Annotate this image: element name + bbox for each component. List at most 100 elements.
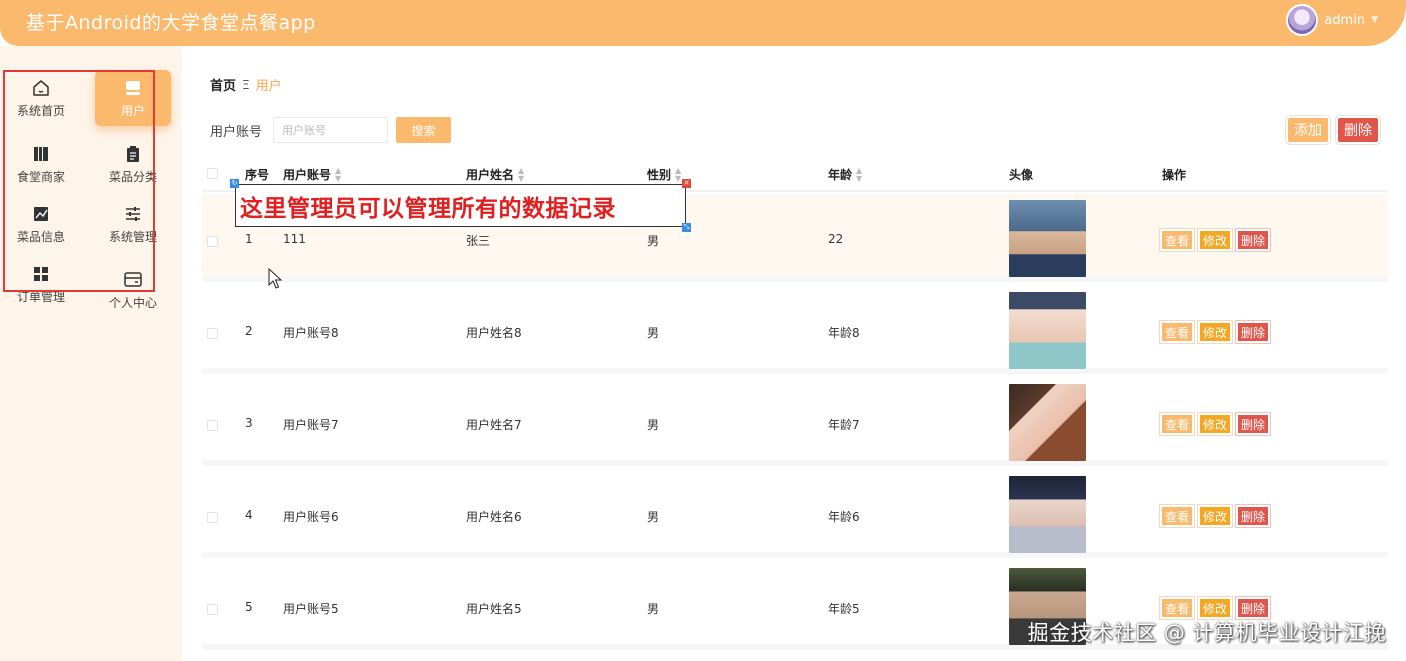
view-button[interactable]: 查看: [1162, 415, 1193, 433]
app-header: 基于Android的大学食堂点餐app admin ▼: [0, 0, 1406, 46]
search-input[interactable]: [273, 117, 388, 143]
cell-account: 用户账号8: [283, 326, 339, 340]
table-row: 2 用户账号8 用户姓名8 男 年龄8 查看 修改 删除: [202, 286, 1388, 374]
user-icon: [123, 78, 143, 98]
sidebar-item-label: 订单管理: [16, 290, 65, 304]
avatar[interactable]: [1286, 4, 1319, 36]
sidebar-item-canteen[interactable]: 食堂商家: [3, 144, 79, 200]
edit-button[interactable]: 修改: [1200, 231, 1231, 249]
breadcrumb-home[interactable]: 首页: [210, 75, 236, 94]
cell-account: 111: [283, 232, 306, 246]
rotate-handle-icon[interactable]: ↻: [230, 179, 239, 188]
user-name[interactable]: admin: [1324, 13, 1365, 28]
edit-button[interactable]: 修改: [1200, 415, 1231, 433]
edit-button[interactable]: 修改: [1200, 599, 1231, 617]
row-checkbox[interactable]: [207, 604, 218, 615]
view-button[interactable]: 查看: [1162, 507, 1193, 525]
sort-icon: ▲ ▼: [856, 165, 863, 183]
cell-age: 22: [828, 232, 844, 246]
sidebar-item-users[interactable]: 用户: [95, 70, 171, 126]
add-button[interactable]: 添加: [1288, 118, 1328, 142]
delete-button[interactable]: 删除: [1238, 323, 1269, 341]
view-button[interactable]: 查看: [1162, 599, 1193, 617]
sidebar-item-orders[interactable]: 订单管理: [3, 264, 79, 320]
avatar-photo: [1009, 200, 1086, 277]
cell-gender: 男: [647, 234, 660, 248]
chevron-down-icon[interactable]: ▼: [1371, 15, 1378, 25]
breadcrumb: 首页 Ξ 用户: [210, 75, 282, 95]
row-checkbox[interactable]: [207, 420, 218, 431]
row-checkbox[interactable]: [207, 512, 218, 523]
sidebar-item-label: 菜品信息: [16, 230, 65, 244]
cell-account: 用户账号7: [283, 418, 339, 432]
cell-account: 用户账号5: [283, 602, 339, 616]
row-actions: 查看 修改 删除: [1162, 599, 1269, 617]
sidebar-item-label: 菜品分类: [108, 170, 157, 184]
sliders-icon: [123, 204, 143, 224]
sidebar-item-dish-info[interactable]: 菜品信息: [3, 204, 79, 260]
cell-account: 用户账号6: [283, 510, 339, 524]
watermark: 掘金技术社区 @ 计算机毕业设计江挽: [1027, 621, 1386, 645]
annotation-textbox[interactable]: 这里管理员可以管理所有的数据记录 ↻ ✕ ⤡: [230, 179, 691, 232]
sort-icon: ▲ ▼: [518, 165, 525, 183]
row-actions: 查看 修改 删除: [1162, 231, 1269, 249]
breadcrumb-current: 用户: [255, 79, 282, 94]
column-avatar: 头像: [1009, 168, 1034, 182]
row-actions: 查看 修改 删除: [1162, 507, 1269, 525]
table-row: 4 用户账号6 用户姓名6 男 年龄6 查看 修改 删除: [202, 470, 1388, 558]
sidebar-item-label: 系统管理: [108, 230, 157, 244]
cell-gender: 男: [647, 602, 660, 616]
delete-button[interactable]: 删除: [1238, 507, 1269, 525]
breadcrumb-separator: Ξ: [242, 77, 250, 92]
sidebar: 系统首页 用户 食堂商家 菜品分类 菜品信息 系统管理 订单管理 个人中心: [0, 46, 182, 661]
search-button[interactable]: 搜索: [396, 117, 451, 143]
edit-button[interactable]: 修改: [1200, 507, 1231, 525]
home-icon: [31, 78, 51, 98]
sidebar-item-system[interactable]: 系统管理: [95, 204, 171, 260]
column-gender[interactable]: 性别 ▲ ▼: [647, 166, 681, 183]
column-age[interactable]: 年龄 ▲ ▼: [828, 166, 862, 183]
user-menu[interactable]: admin ▼: [1286, 4, 1378, 36]
cell-gender: 男: [647, 418, 660, 432]
cell-gender: 男: [647, 510, 660, 524]
edit-button[interactable]: 修改: [1200, 323, 1231, 341]
view-button[interactable]: 查看: [1162, 231, 1193, 249]
cell-name: 用户姓名7: [466, 418, 522, 432]
select-all-checkbox[interactable]: [207, 168, 218, 179]
clipboard-icon: [123, 144, 143, 164]
row-checkbox[interactable]: [207, 328, 218, 339]
table-row: 3 用户账号7 用户姓名7 男 年龄7 查看 修改 删除: [202, 378, 1388, 466]
cell-age: 年龄6: [828, 510, 860, 524]
sidebar-item-dish-category[interactable]: 菜品分类: [95, 144, 171, 200]
cell-index: 2: [245, 324, 253, 338]
batch-delete-button[interactable]: 删除: [1338, 118, 1378, 142]
sidebar-item-label: 用户: [120, 103, 145, 118]
row-checkbox[interactable]: [207, 236, 218, 247]
avatar-photo: [1009, 384, 1086, 461]
chart-icon: [31, 204, 51, 224]
sidebar-item-profile[interactable]: 个人中心: [95, 270, 171, 326]
delete-button[interactable]: 删除: [1238, 599, 1269, 617]
sidebar-item-home[interactable]: 系统首页: [3, 78, 79, 134]
resize-handle-icon[interactable]: ⤡: [682, 223, 691, 232]
view-button[interactable]: 查看: [1162, 323, 1193, 341]
avatar-photo: [1009, 292, 1086, 369]
card-icon: [123, 270, 143, 290]
delete-button[interactable]: 删除: [1238, 231, 1269, 249]
row-actions: 查看 修改 删除: [1162, 415, 1269, 433]
close-icon[interactable]: ✕: [682, 179, 691, 188]
sidebar-item-label: 食堂商家: [16, 170, 65, 184]
cell-age: 年龄8: [828, 326, 860, 340]
avatar-photo: [1009, 476, 1086, 553]
sidebar-item-label: 系统首页: [16, 104, 65, 118]
app-title: 基于Android的大学食堂点餐app: [26, 12, 316, 34]
sidebar-item-label: 个人中心: [108, 296, 157, 310]
cell-gender: 男: [647, 326, 660, 340]
column-account[interactable]: 用户账号 ▲ ▼: [283, 166, 341, 183]
delete-button[interactable]: 删除: [1238, 415, 1269, 433]
cell-name: 用户姓名8: [466, 326, 522, 340]
cell-index: 1: [245, 232, 253, 246]
cell-name: 用户姓名5: [466, 602, 522, 616]
column-name[interactable]: 用户姓名 ▲ ▼: [466, 166, 524, 183]
cell-index: 5: [245, 600, 253, 614]
